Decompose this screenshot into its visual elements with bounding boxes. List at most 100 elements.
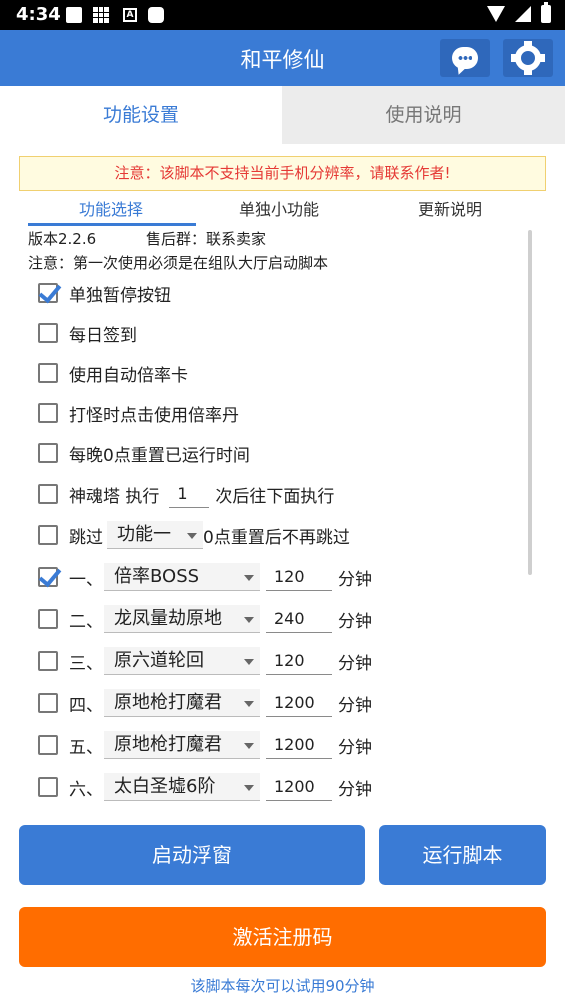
chevron-down-icon bbox=[244, 575, 254, 581]
grid-icon bbox=[93, 7, 109, 23]
resolution-notice: 注意：该脚本不支持当前手机分辨率，请联系作者! bbox=[19, 156, 546, 191]
task-select[interactable]: 原地枪打魔君 bbox=[104, 689, 260, 717]
task-row[interactable]: 二、 龙凤量劫原地 240 分钟 bbox=[38, 604, 372, 634]
checkbox[interactable] bbox=[38, 484, 58, 504]
task-select-value: 原地枪打魔君 bbox=[114, 692, 222, 713]
checkbox[interactable] bbox=[38, 525, 58, 545]
chevron-down-icon bbox=[244, 701, 254, 707]
task-select[interactable]: 龙凤量劫原地 bbox=[104, 605, 260, 633]
option-skip[interactable]: 跳过 功能一 0点重置后不再跳过 bbox=[38, 520, 350, 550]
trial-note: 该脚本每次可以试用90分钟 bbox=[190, 977, 375, 995]
checkbox[interactable] bbox=[38, 283, 58, 303]
task-unit: 分钟 bbox=[338, 737, 372, 758]
task-minutes-input[interactable]: 120 bbox=[266, 647, 332, 675]
task-row[interactable]: 三、 原六道轮回 120 分钟 bbox=[38, 646, 372, 676]
task-index: 一、 bbox=[69, 569, 103, 590]
sub-tabs: 功能选择 单独小功能 更新说明 bbox=[28, 196, 528, 226]
tab-settings[interactable]: 功能设置 bbox=[0, 86, 282, 144]
task-select[interactable]: 原地枪打魔君 bbox=[104, 731, 260, 759]
checkbox[interactable] bbox=[38, 693, 58, 713]
activate-code-button[interactable]: 激活注册码 bbox=[19, 907, 546, 967]
checkbox[interactable] bbox=[38, 567, 58, 587]
task-select-value: 龙凤量劫原地 bbox=[114, 608, 222, 629]
tab-instructions[interactable]: 使用说明 bbox=[282, 86, 565, 144]
option-label: 每日签到 bbox=[69, 325, 137, 346]
gear-icon bbox=[511, 41, 545, 75]
task-select[interactable]: 原六道轮回 bbox=[104, 647, 260, 675]
run-script-button[interactable]: 运行脚本 bbox=[379, 825, 546, 885]
task-select[interactable]: 太白圣墟6阶 bbox=[104, 773, 260, 801]
chat-button[interactable] bbox=[440, 39, 490, 77]
chevron-down-icon bbox=[187, 533, 197, 539]
chevron-down-icon bbox=[244, 743, 254, 749]
subtab-indicator bbox=[28, 223, 196, 226]
task-minutes-input[interactable]: 1200 bbox=[266, 731, 332, 759]
option-multiplier-pill[interactable]: 打怪时点击使用倍率丹 bbox=[38, 398, 239, 428]
status-bar: 4:34 A bbox=[0, 0, 565, 30]
subtab-single-func[interactable]: 单独小功能 bbox=[239, 196, 319, 220]
skip-label: 跳过 bbox=[69, 527, 103, 548]
task-index: 六、 bbox=[69, 779, 103, 800]
start-float-window-button[interactable]: 启动浮窗 bbox=[19, 825, 365, 885]
task-row[interactable]: 五、 原地枪打魔君 1200 分钟 bbox=[38, 730, 372, 760]
option-midnight-reset[interactable]: 每晚0点重置已运行时间 bbox=[38, 438, 250, 468]
checkbox[interactable] bbox=[38, 651, 58, 671]
task-select-value: 太白圣墟6阶 bbox=[114, 776, 216, 797]
main-tabs: 功能设置 使用说明 bbox=[0, 86, 565, 144]
task-index: 四、 bbox=[69, 695, 103, 716]
skip-select[interactable]: 功能一 bbox=[107, 521, 203, 549]
wifi-icon bbox=[487, 6, 505, 22]
task-minutes-input[interactable]: 1200 bbox=[266, 773, 332, 801]
option-daily-signin[interactable]: 每日签到 bbox=[38, 318, 137, 348]
task-select-value: 原六道轮回 bbox=[114, 650, 204, 671]
checkbox[interactable] bbox=[38, 735, 58, 755]
task-minutes-input[interactable]: 1200 bbox=[266, 689, 332, 717]
chevron-down-icon bbox=[244, 659, 254, 665]
tower-count-input[interactable]: 1 bbox=[169, 480, 210, 508]
checkbox[interactable] bbox=[38, 403, 58, 423]
settings-button[interactable] bbox=[503, 39, 553, 77]
scrollbar[interactable] bbox=[528, 230, 532, 575]
task-index: 五、 bbox=[69, 737, 103, 758]
checkbox[interactable] bbox=[38, 443, 58, 463]
checkbox[interactable] bbox=[38, 609, 58, 629]
chevron-down-icon bbox=[244, 617, 254, 623]
checkbox[interactable] bbox=[38, 363, 58, 383]
status-time: 4:34 bbox=[16, 4, 61, 25]
app-bar: 和平修仙 bbox=[0, 30, 565, 86]
task-minutes-input[interactable]: 120 bbox=[266, 563, 332, 591]
task-index: 三、 bbox=[69, 653, 103, 674]
task-row[interactable]: 六、 太白圣墟6阶 1200 分钟 bbox=[38, 772, 372, 802]
tower-suffix: 次后往下面执行 bbox=[215, 486, 335, 507]
option-label: 使用自动倍率卡 bbox=[69, 365, 188, 386]
task-unit: 分钟 bbox=[338, 611, 372, 632]
task-row[interactable]: 一、 倍率BOSS 120 分钟 bbox=[38, 562, 372, 592]
chevron-down-icon bbox=[244, 785, 254, 791]
chat-icon bbox=[452, 47, 478, 69]
option-label: 每晚0点重置已运行时间 bbox=[69, 445, 250, 466]
version-text: 版本2.2.6 bbox=[28, 230, 97, 248]
task-select-value: 原地枪打魔君 bbox=[114, 734, 222, 755]
tower-label: 神魂塔 执行 bbox=[69, 486, 160, 507]
option-label: 单独暂停按钮 bbox=[69, 285, 171, 306]
checkbox[interactable] bbox=[38, 323, 58, 343]
subtab-func-select[interactable]: 功能选择 bbox=[79, 196, 143, 220]
task-index: 二、 bbox=[69, 611, 103, 632]
startup-note: 注意：第一次使用必须是在组队大厅启动脚本 bbox=[28, 254, 329, 272]
signal-icon bbox=[515, 6, 531, 22]
task-unit: 分钟 bbox=[338, 695, 372, 716]
option-tower[interactable]: 神魂塔 执行 1 次后往下面执行 bbox=[38, 479, 334, 509]
notification-icon bbox=[66, 7, 82, 23]
checkbox[interactable] bbox=[38, 777, 58, 797]
task-select[interactable]: 倍率BOSS bbox=[104, 563, 260, 591]
subtab-update-notes[interactable]: 更新说明 bbox=[418, 196, 482, 220]
task-select-value: 倍率BOSS bbox=[114, 566, 200, 587]
task-unit: 分钟 bbox=[338, 779, 372, 800]
option-label: 打怪时点击使用倍率丹 bbox=[69, 405, 239, 426]
option-pause-button[interactable]: 单独暂停按钮 bbox=[38, 278, 171, 308]
task-minutes-input[interactable]: 240 bbox=[266, 605, 332, 633]
option-auto-multiplier-card[interactable]: 使用自动倍率卡 bbox=[38, 358, 188, 388]
task-row[interactable]: 四、 原地枪打魔君 1200 分钟 bbox=[38, 688, 372, 718]
skip-suffix: 0点重置后不再跳过 bbox=[203, 527, 350, 548]
a-badge-icon: A bbox=[123, 8, 137, 22]
